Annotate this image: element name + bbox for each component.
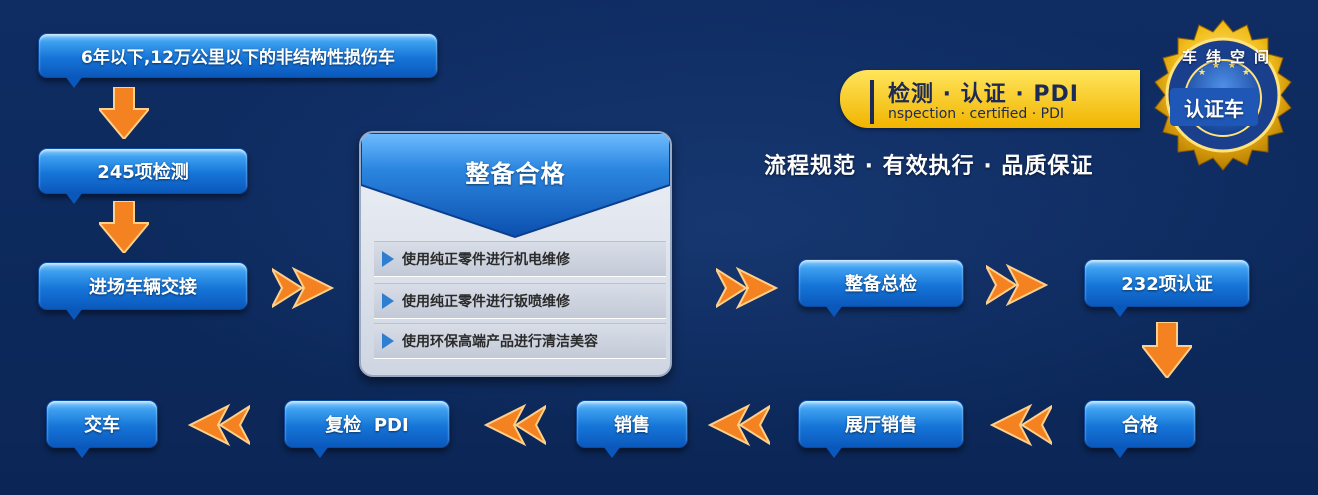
panel-item: 使用环保高端产品进行清洁美容 [374,323,666,359]
bullet-triangle-icon [382,251,394,267]
arrow-down-1 [99,87,149,139]
arrow-right-1 [272,266,334,310]
bullet-triangle-icon [382,293,394,309]
arrow-left-3 [484,403,546,447]
final-check-box: 整备总检 [798,259,964,317]
panel-item-label: 使用纯正零件进行钣喷维修 [402,294,570,310]
arrow-left-1 [990,403,1052,447]
arrow-left-4 [188,403,250,447]
panel-item-label: 使用环保高端产品进行清洁美容 [402,334,598,350]
start-box: 6年以下,12万公里以下的非结构性损伤车 [38,33,438,88]
arrow-right-3 [986,263,1048,307]
svg-text:★: ★ [1198,68,1206,78]
banner-subtitle: nspection · certified · PDI [888,106,1064,122]
showroom-box: 展厅销售 [798,400,964,458]
slogan: 流程规范 · 有效执行 · 品质保证 [764,154,1094,179]
handover-box: 进场车辆交接 [38,262,248,320]
pass-box: 合格 [1084,400,1196,458]
banner-divider [870,80,874,124]
arrow-down-2 [99,201,149,253]
panel-title: 整备合格 [465,160,566,188]
panel-item: 使用纯正零件进行机电维修 [374,241,666,277]
bullet-triangle-icon [382,333,394,349]
inspect-box: 245项检测 [38,148,248,204]
panel-item-label: 使用纯正零件进行机电维修 [402,252,570,268]
seal-main-text: 认证车 [1170,88,1258,126]
panel-item: 使用纯正零件进行钣喷维修 [374,283,666,319]
arrow-down-3 [1142,322,1192,378]
delivery-box: 交车 [46,400,158,458]
banner-title: 检测 · 认证 · PDI [888,82,1079,107]
arrow-left-2 [708,403,770,447]
arrow-right-2 [716,266,778,310]
svg-text:★: ★ [1242,68,1250,78]
sale-box: 销售 [576,400,688,458]
recheck-pdi-box: 复检 PDI [284,400,450,458]
certify-box: 232项认证 [1084,259,1250,317]
seal-brand-text: 车纬空间 [1182,48,1279,66]
prep-panel: 整备合格 使用纯正零件进行机电维修 使用纯正零件进行钣喷维修 使用环保高端产品进… [359,131,672,377]
